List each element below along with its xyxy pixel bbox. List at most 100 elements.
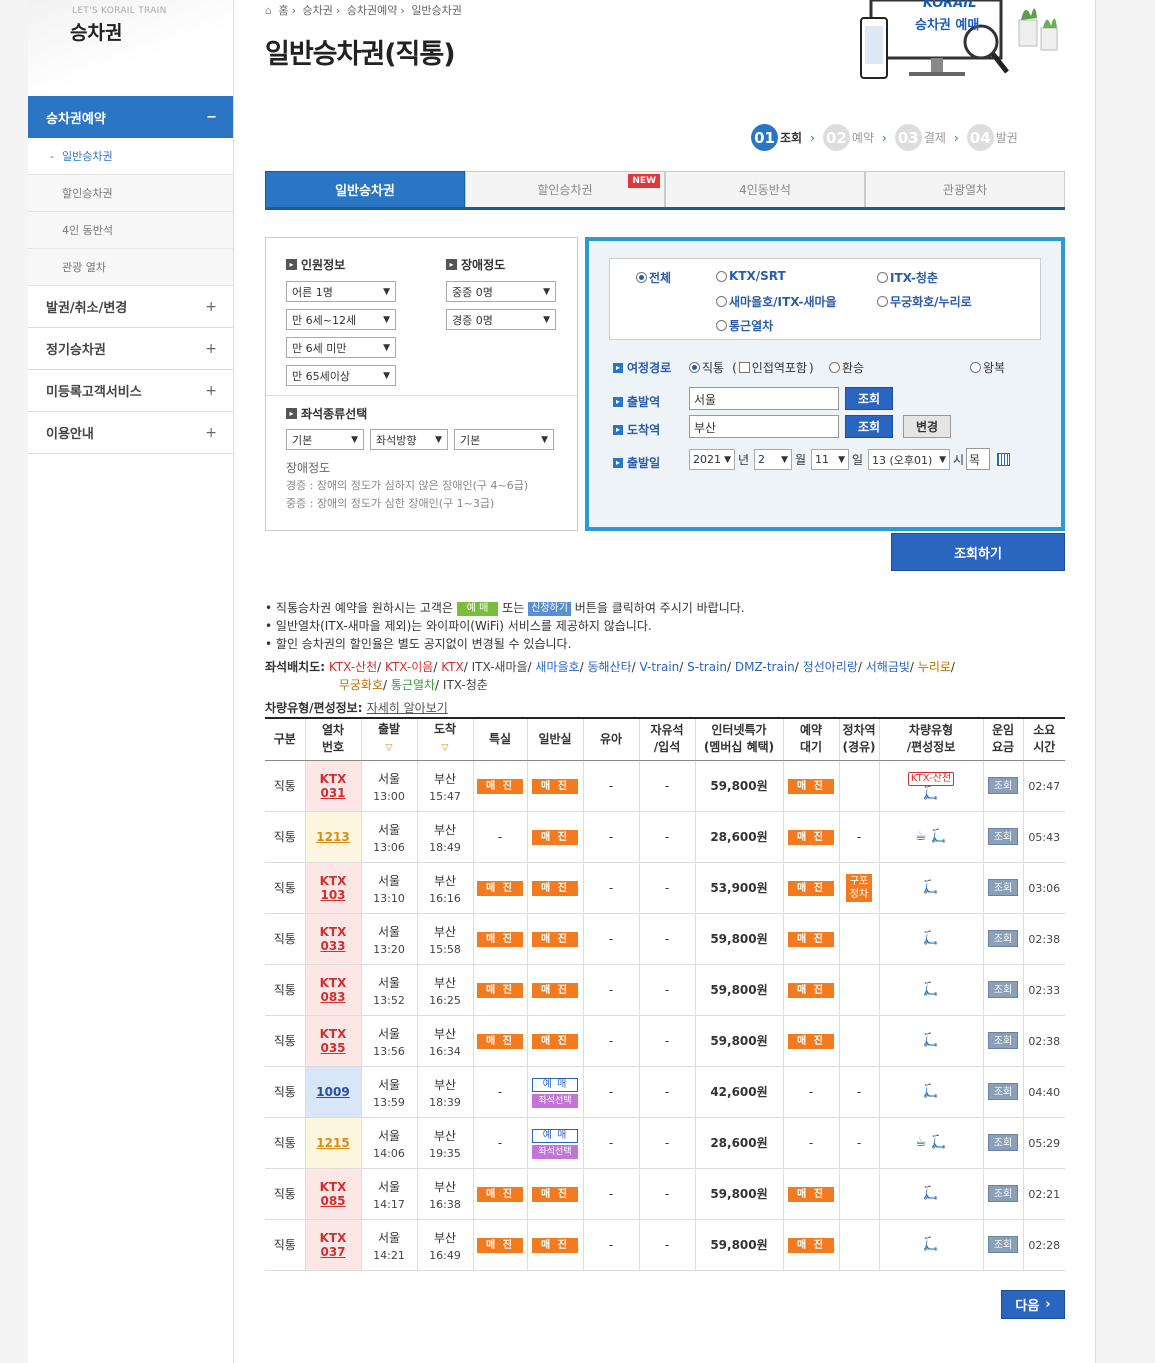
waitlist-soldout-button[interactable]: 매 진 xyxy=(788,1237,834,1253)
waitlist-soldout-button[interactable]: 매 진 xyxy=(788,880,834,896)
column-header[interactable]: 도착 ▽ xyxy=(416,717,473,761)
severe-select[interactable]: 중증 0명 ▼ xyxy=(446,281,556,302)
soldout-button[interactable]: 매 진 xyxy=(532,880,578,896)
year-select[interactable]: 2021 ▼ xyxy=(689,449,735,470)
train-number-link[interactable]: 1213 xyxy=(316,830,349,844)
tab-four-seat[interactable]: 4인동반석 xyxy=(665,171,865,207)
waitlist-soldout-button[interactable]: 매 진 xyxy=(788,778,834,794)
fare-inquiry-button[interactable]: 조회 xyxy=(988,777,1018,794)
soldout-button[interactable]: 매 진 xyxy=(532,778,578,794)
route-transfer[interactable]: 환승 xyxy=(829,359,864,376)
waitlist-soldout-button[interactable]: 매 진 xyxy=(788,1186,834,1202)
sidebar-group-guide[interactable]: 이용안내 + xyxy=(28,412,233,454)
train-number-link[interactable]: 103 xyxy=(320,888,345,902)
fare-inquiry-button[interactable]: 조회 xyxy=(988,930,1018,947)
sidebar-sub-tour[interactable]: 관광 열차 xyxy=(28,249,233,286)
adult-select[interactable]: 어른 1명 ▼ xyxy=(286,281,396,302)
fare-inquiry-button[interactable]: 조회 xyxy=(988,1185,1018,1202)
dep-search-button[interactable]: 조회 xyxy=(845,387,893,410)
seatmap-link[interactable]: ITX-청춘 xyxy=(443,678,488,692)
sidebar-group-guest[interactable]: 미등록고객서비스 + xyxy=(28,370,233,412)
train-number-link[interactable]: 035 xyxy=(320,1041,345,1055)
dep-station-input[interactable]: 서울 xyxy=(689,387,839,410)
tab-general[interactable]: 일반승차권 xyxy=(265,171,465,207)
column-header[interactable]: 출발 ▽ xyxy=(360,717,417,761)
seat-option-select[interactable]: 기본 ▼ xyxy=(454,429,554,450)
soldout-button[interactable]: 매 진 xyxy=(477,1237,523,1253)
seatmap-link[interactable]: V-train xyxy=(640,660,680,674)
soldout-button[interactable]: 매 진 xyxy=(477,1033,523,1049)
vehicle-type-tag[interactable]: KTX-산천 xyxy=(907,772,955,786)
sort-icon[interactable]: ▽ xyxy=(386,743,393,753)
seatmap-link[interactable]: S-train xyxy=(687,660,727,674)
next-button[interactable]: 다음 › xyxy=(1001,1290,1065,1319)
breadcrumb-reservation[interactable]: 승차권예약 xyxy=(347,4,398,17)
fare-inquiry-button[interactable]: 조회 xyxy=(988,981,1018,998)
soldout-button[interactable]: 매 진 xyxy=(532,829,578,845)
route-direct[interactable]: 직통(인접역포함) xyxy=(689,359,814,376)
sort-icon[interactable]: ▽ xyxy=(442,743,449,753)
fare-inquiry-button[interactable]: 조회 xyxy=(988,1032,1018,1049)
seatmap-link[interactable]: 정선아리랑 xyxy=(803,660,858,674)
search-button[interactable]: 조회하기 xyxy=(891,533,1065,571)
fare-inquiry-button[interactable]: 조회 xyxy=(988,1083,1018,1100)
tab-tour[interactable]: 관광열차 xyxy=(865,171,1065,207)
sidebar-group-season[interactable]: 정기승차권 + xyxy=(28,328,233,370)
seatmap-link[interactable]: KTX xyxy=(441,660,464,674)
train-number-link[interactable]: 031 xyxy=(320,786,345,800)
hour-select[interactable]: 13 (오후01) ▼ xyxy=(868,449,950,470)
train-number-link[interactable]: 085 xyxy=(320,1194,345,1208)
train-type-ktx[interactable]: KTX/SRT xyxy=(716,269,786,283)
swap-station-button[interactable]: 변경 xyxy=(903,415,951,438)
train-type-commuter[interactable]: 통근열차 xyxy=(716,317,773,334)
seatmap-link[interactable]: 통근열차 xyxy=(391,678,435,692)
reserve-button[interactable]: 예 매 xyxy=(532,1077,578,1092)
seatmap-link[interactable]: KTX-산천 xyxy=(329,660,377,674)
mild-select[interactable]: 경증 0명 ▼ xyxy=(446,309,556,330)
soldout-button[interactable]: 매 진 xyxy=(477,778,523,794)
sidebar-sub-general[interactable]: - 일반승차권 xyxy=(28,138,233,175)
breadcrumb-home[interactable]: 홈 xyxy=(278,4,288,17)
breadcrumb-ticket[interactable]: 승차권 xyxy=(303,4,333,17)
train-type-itx-chungchun[interactable]: ITX-청춘 xyxy=(877,269,938,286)
train-number-link[interactable]: 1009 xyxy=(316,1085,349,1099)
soldout-button[interactable]: 매 진 xyxy=(532,1033,578,1049)
soldout-button[interactable]: 매 진 xyxy=(532,1237,578,1253)
train-type-mugunghwa[interactable]: 무궁화호/누리로 xyxy=(877,293,972,310)
sidebar-main-ticket-reservation[interactable]: 승차권예약 − xyxy=(28,96,233,138)
soldout-button[interactable]: 매 진 xyxy=(532,1186,578,1202)
infant-select[interactable]: 만 6세 미만 ▼ xyxy=(286,337,396,358)
sidebar-group-issue[interactable]: 발권/취소/변경 + xyxy=(28,286,233,328)
month-select[interactable]: 2 ▼ xyxy=(754,449,792,470)
train-type-saemaul[interactable]: 새마을호/ITX-새마을 xyxy=(716,293,837,310)
waitlist-soldout-button[interactable]: 매 진 xyxy=(788,829,834,845)
soldout-button[interactable]: 매 진 xyxy=(477,982,523,998)
seatmap-link[interactable]: 동해산타 xyxy=(587,660,631,674)
stop-info-badge[interactable]: 구포 정차 xyxy=(846,873,872,902)
day-select[interactable]: 11 ▼ xyxy=(811,449,849,470)
train-number-link[interactable]: 1215 xyxy=(316,1136,349,1150)
seatmap-link[interactable]: 서해금빛 xyxy=(866,660,910,674)
seat-direction-select[interactable]: 좌석방향 ▼ xyxy=(370,429,448,450)
soldout-button[interactable]: 매 진 xyxy=(477,1186,523,1202)
seat-type-select[interactable]: 기본 ▼ xyxy=(286,429,364,450)
checkbox-icon[interactable] xyxy=(738,362,750,373)
waitlist-soldout-button[interactable]: 매 진 xyxy=(788,1033,834,1049)
arr-station-input[interactable]: 부산 xyxy=(689,415,839,438)
fare-inquiry-button[interactable]: 조회 xyxy=(988,828,1018,845)
seatmap-link[interactable]: DMZ-train xyxy=(735,660,795,674)
fare-inquiry-button[interactable]: 조회 xyxy=(988,1134,1018,1151)
fare-inquiry-button[interactable]: 조회 xyxy=(988,879,1018,896)
fare-inquiry-button[interactable]: 조회 xyxy=(988,1236,1018,1253)
vehicle-detail-link[interactable]: 자세히 알아보기 xyxy=(367,701,448,715)
route-round[interactable]: 왕복 xyxy=(970,359,1005,376)
calendar-icon[interactable] xyxy=(997,453,1010,466)
train-number-link[interactable]: 033 xyxy=(320,939,345,953)
train-type-all[interactable]: 전체 xyxy=(636,269,671,286)
seatmap-link[interactable]: KTX-이음 xyxy=(385,660,433,674)
home-icon[interactable]: ⌂ xyxy=(265,4,272,17)
tab-discount[interactable]: 할인승차권 NEW xyxy=(465,171,665,207)
sidebar-sub-four-seat[interactable]: 4인 동반석 xyxy=(28,212,233,249)
train-number-link[interactable]: 037 xyxy=(320,1245,345,1259)
seat-select-button[interactable]: 좌석선택 xyxy=(532,1144,578,1159)
